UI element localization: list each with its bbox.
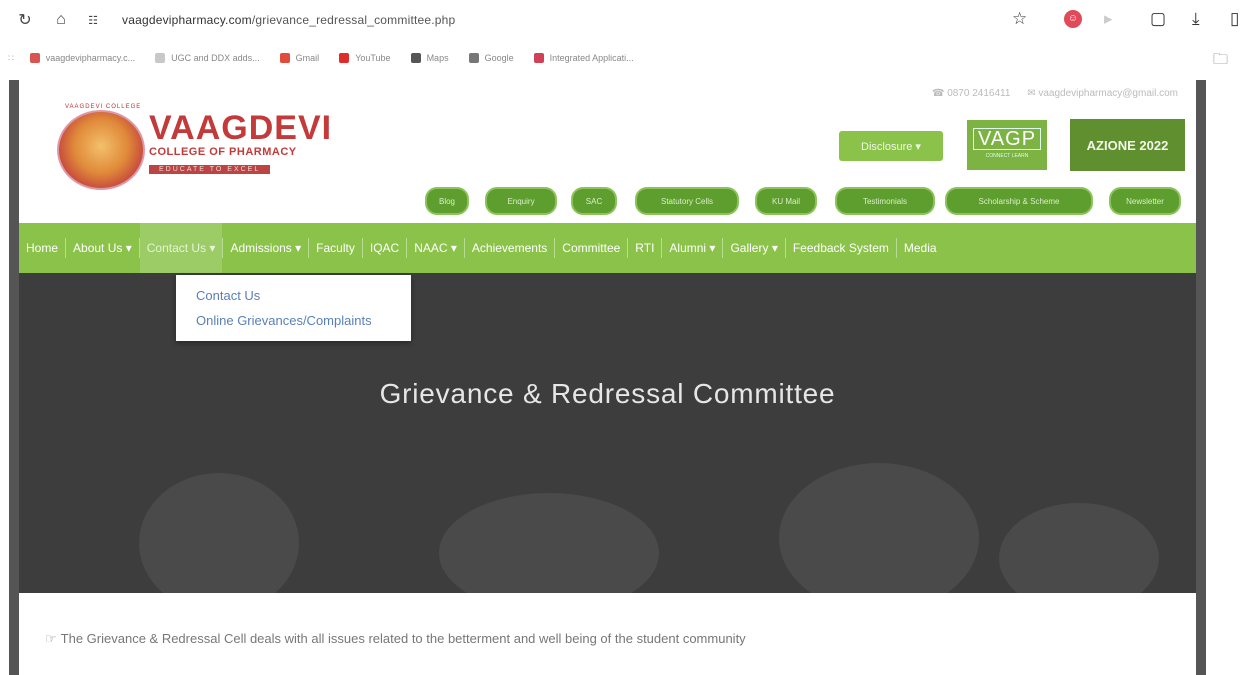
contact-email[interactable]: ✉ vaagdevipharmacy@gmail.com <box>1027 88 1178 99</box>
bookmark-favicon-icon <box>533 53 544 63</box>
bookmarks-bar: ∷ vaagdevipharmacy.c... UGC and DDX adds.… <box>0 45 1245 71</box>
nav-item[interactable]: Alumni ▾ <box>662 223 722 273</box>
quick-link-pill[interactable]: Enquiry <box>485 187 557 215</box>
nav-item[interactable]: Feedback System <box>786 223 896 273</box>
nav-item[interactable]: Gallery ▾ <box>723 223 784 273</box>
bookmark-item[interactable]: UGC and DDX adds... <box>155 53 260 63</box>
bookmark-item[interactable]: Gmail <box>279 53 320 63</box>
hand-pointer-icon: ☞ <box>45 631 57 646</box>
dropdown-item[interactable]: Contact Us <box>196 283 411 308</box>
brand-subtitle: COLLEGE OF PHARMACY <box>149 146 297 158</box>
nav-item[interactable]: NAAC ▾ <box>407 223 464 273</box>
nav-item[interactable]: Committee <box>555 223 627 273</box>
vagp-small-label: CONNECT LEARN <box>985 153 1029 159</box>
intro-text: The Grievance & Redressal Cell deals wit… <box>60 631 746 646</box>
nav-item[interactable]: Achievements <box>465 223 554 273</box>
nav-item[interactable]: Media <box>897 223 944 273</box>
college-logo[interactable]: VAAGDEVI COLLEGE <box>57 104 145 190</box>
brand-tagline: EDUCATE TO EXCEL <box>149 165 271 174</box>
url-text[interactable]: vaagdevipharmacy.com/grievance_redressal… <box>122 13 455 27</box>
page-edge-left <box>9 80 19 675</box>
bookmark-label: Google <box>484 53 514 63</box>
profile-avatar[interactable]: ☺ <box>1064 10 1082 28</box>
brand-name: VAAGDEVI <box>149 109 333 147</box>
dropdown-item[interactable]: Online Grievances/Complaints <box>196 308 411 333</box>
hero-shadow-shape <box>139 473 299 593</box>
quick-link-pill[interactable]: Testimonials <box>835 187 935 215</box>
vagp-label: VAGP <box>972 128 1042 150</box>
url-path: /grievance_redressal_committee.php <box>251 13 456 27</box>
nav-item[interactable]: Admissions ▾ <box>223 223 308 273</box>
nav-item[interactable]: IQAC <box>363 223 406 273</box>
star-icon[interactable]: ☆ <box>1012 9 1027 29</box>
home-icon[interactable]: ⌂ <box>50 11 72 29</box>
contact-phone[interactable]: ☎ 0870 2416411 <box>932 88 1010 99</box>
bookmark-item[interactable]: Maps <box>410 53 449 63</box>
brand-block[interactable]: VAAGDEVI COLLEGE OF PHARMACY EDUCATE TO … <box>149 110 332 176</box>
hero-shadow-shape <box>779 463 979 593</box>
quick-link-pill[interactable]: Newsletter <box>1109 187 1181 215</box>
bookmark-label: UGC and DDX adds... <box>171 53 260 63</box>
contact-line: ☎ 0870 2416411 ✉ vaagdevipharmacy@gmail.… <box>918 88 1178 99</box>
folder-icon[interactable]: 🗀 <box>1213 49 1228 74</box>
bookmark-favicon-icon <box>339 53 350 63</box>
nav-item[interactable]: Faculty <box>309 223 362 273</box>
nav-item[interactable]: Contact Us ▾ <box>139 223 223 273</box>
quick-link-pill[interactable]: KU Mail <box>755 187 817 215</box>
bookmark-label: YouTube <box>355 53 391 63</box>
vagp-banner[interactable]: VAGP CONNECT LEARN <box>967 120 1047 170</box>
nav-item[interactable]: About Us ▾ <box>66 223 139 273</box>
reload-icon[interactable]: ↻ <box>14 10 36 30</box>
site-info-icon[interactable]: ☷ <box>82 14 104 27</box>
url-host: vaagdevipharmacy.com <box>122 13 252 27</box>
extension-icon[interactable]: ▸ <box>1104 9 1113 29</box>
page-edge-right <box>1196 80 1206 675</box>
page-title: Grievance & Redressal Committee <box>379 378 836 409</box>
bookmark-favicon-icon <box>155 53 166 63</box>
bookmark-favicon-icon <box>279 53 290 63</box>
bookmark-label: vaagdevipharmacy.c... <box>45 53 136 63</box>
quick-link-pill[interactable]: Scholarship & Scheme <box>945 187 1093 215</box>
apps-icon[interactable]: ∷ <box>8 53 14 64</box>
nav-item[interactable]: Home <box>19 223 65 273</box>
bookmark-label: Gmail <box>295 53 320 63</box>
bookmark-favicon-icon <box>410 53 421 63</box>
bookmark-item[interactable]: vaagdevipharmacy.c... <box>29 53 136 63</box>
disclosure-button[interactable]: Disclosure ▾ <box>839 131 943 161</box>
bookmark-favicon-icon <box>29 53 40 63</box>
puzzle-icon[interactable]: ▢ <box>1150 9 1166 29</box>
quick-link-pill[interactable]: Statutory Cells <box>635 187 739 215</box>
bookmark-item[interactable]: YouTube <box>339 53 391 63</box>
bookmark-item[interactable]: Integrated Applicati... <box>533 53 634 63</box>
sidepanel-icon[interactable]: ▯ <box>1230 9 1239 29</box>
intro-paragraph: ☞ The Grievance & Redressal Cell deals wi… <box>45 627 875 651</box>
browser-address-bar: ↻ ⌂ ☷ vaagdevipharmacy.com/grievance_red… <box>0 0 1245 40</box>
content-section: ☞ The Grievance & Redressal Cell deals wi… <box>19 593 1196 675</box>
hero-shadow-shape <box>439 493 659 593</box>
azione-banner[interactable]: AZIONE 2022 <box>1070 119 1185 171</box>
quick-link-pill[interactable]: SAC <box>571 187 617 215</box>
main-navigation: Home About Us ▾ Contact Us ▾ Admissions ▾ Fa… <box>19 223 1196 273</box>
bookmark-item[interactable]: Google <box>468 53 514 63</box>
bookmark-label: Maps <box>426 53 449 63</box>
quick-link-pill[interactable]: Blog <box>425 187 469 215</box>
website-page: ☎ 0870 2416411 ✉ vaagdevipharmacy@gmail.… <box>19 84 1196 675</box>
bookmark-favicon-icon <box>468 53 479 63</box>
download-icon[interactable]: ⤓ <box>1192 9 1200 29</box>
contact-us-dropdown: Contact Us Online Grievances/Complaints <box>176 275 411 341</box>
logo-rim-text: VAAGDEVI COLLEGE <box>65 104 142 110</box>
nav-item[interactable]: RTI <box>628 223 661 273</box>
hero-shadow-shape <box>999 503 1159 593</box>
bookmark-label: Integrated Applicati... <box>549 53 634 63</box>
